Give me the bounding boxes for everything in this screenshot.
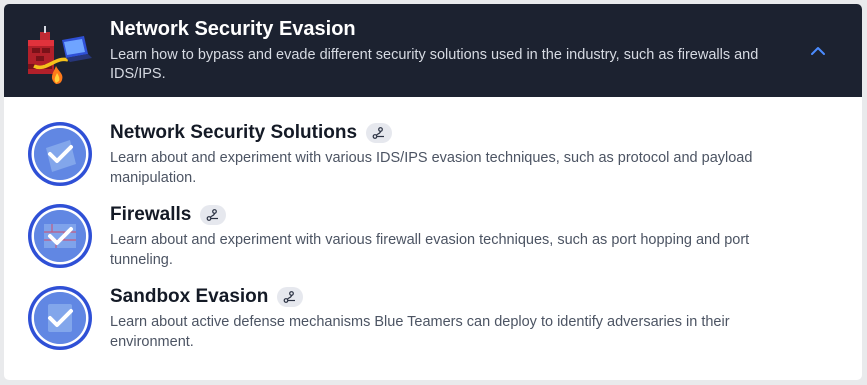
- path-badge: [366, 123, 393, 143]
- room-description: Learn about and experiment with various …: [110, 232, 750, 268]
- module-title: Network Security Evasion: [110, 18, 356, 40]
- room-title: Firewalls: [110, 204, 192, 225]
- path-icon: [206, 209, 219, 221]
- path-icon: [372, 127, 385, 139]
- module-card: Network Security Evasion Learn how to by…: [4, 4, 862, 380]
- room-completed-check-icon: [28, 122, 92, 186]
- room-completed-check-icon: [28, 204, 92, 268]
- room-title-row: Firewalls: [110, 202, 227, 228]
- room-title-row: Sandbox Evasion: [110, 284, 304, 310]
- path-badge: [200, 205, 227, 225]
- network-evasion-illustration: [28, 26, 92, 84]
- module-header[interactable]: Network Security Evasion Learn how to by…: [4, 4, 862, 97]
- module-description: Learn how to bypass and evade different …: [110, 47, 759, 82]
- room-description: Learn about and experiment with various …: [110, 150, 753, 186]
- path-badge: [277, 287, 304, 307]
- room-item[interactable]: Firewalls Learn about and experiment wit…: [4, 202, 862, 282]
- room-completed-check-icon: [28, 286, 92, 350]
- room-title: Network Security Solutions: [110, 122, 358, 143]
- room-title-row: Network Security Solutions: [110, 120, 393, 146]
- path-icon: [283, 291, 296, 303]
- room-item[interactable]: Sandbox Evasion Learn about active defen…: [4, 284, 862, 364]
- room-description: Learn about active defense mechanisms Bl…: [110, 314, 730, 350]
- chevron-up-icon[interactable]: [809, 42, 827, 60]
- room-title: Sandbox Evasion: [110, 286, 269, 307]
- room-item[interactable]: Network Security Solutions Learn about a…: [4, 120, 862, 200]
